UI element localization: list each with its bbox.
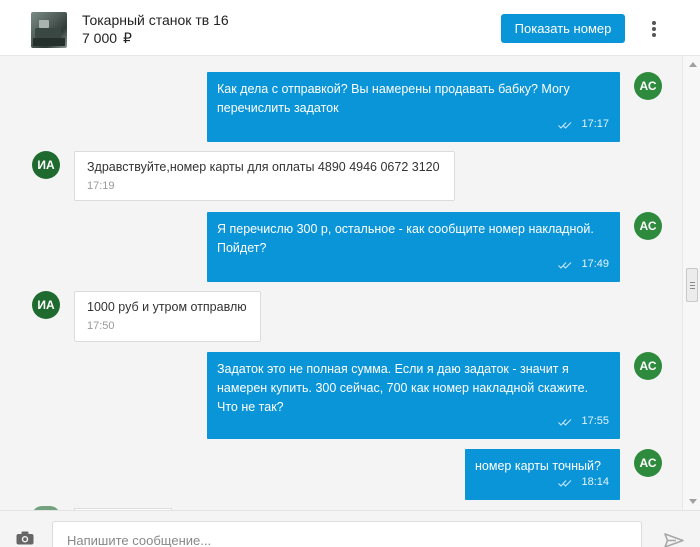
chat-header: Токарный станок тв 16 7 000 ₽ Показать но… [0,0,700,56]
double-check-icon [558,261,572,269]
avatar[interactable]: АС [634,72,662,100]
message-bubble-incoming: 1000 руб и утром отправлю 17:50 [74,291,261,342]
double-check-icon [558,418,572,426]
double-check-icon [558,121,572,129]
listing-title[interactable]: Токарный станок тв 16 [82,12,229,28]
kebab-menu-icon[interactable] [648,19,660,39]
message-bubble-outgoing: Я перечислю 300 р, остальное - как сообщ… [207,212,620,282]
double-check-icon [558,479,572,487]
avatar[interactable]: АС [634,449,662,477]
message-composer [0,510,700,547]
message-text-line: Я перечислю 300 р, остальное - как сообщ… [217,222,594,236]
message-text-line: Здравствуйте,номер карты для оплаты 4890… [87,160,440,174]
message-time: 17:19 [87,180,115,192]
message-time: 17:50 [87,320,115,332]
message-time: 18:14 [581,476,609,488]
message-meta: 17:55 [558,412,609,431]
listing-price: 7 000 ₽ [82,30,132,47]
currency-symbol: ₽ [123,30,132,46]
avatar[interactable]: АС [634,352,662,380]
price-value: 7 000 [82,30,118,46]
message-time: 17:49 [581,258,609,270]
show-number-button[interactable]: Показать номер [501,14,625,43]
message-text-line: Что не так? [217,400,284,414]
message-text-line: Пойдет? [217,241,267,255]
message-text-line: Задаток это не полная сумма. Если я даю … [217,362,569,376]
message-text-line: Как дела с отправкой? Вы намерены продав… [217,82,570,96]
message-text-line: 1000 руб и утром отправлю [87,300,247,314]
message-text-line: перечислить задаток [217,101,339,115]
message-meta: 17:17 [558,115,609,134]
message-list[interactable]: Как дела с отправкой? Вы намерены продав… [0,56,682,510]
camera-icon[interactable] [16,531,34,545]
message-input[interactable] [52,521,642,547]
scrollbar-thumb[interactable] [686,268,698,302]
scroll-down-arrow-icon[interactable] [689,499,697,504]
message-bubble-incoming: Здравствуйте,номер карты для оплаты 4890… [74,151,455,201]
message-meta: 17:49 [558,255,609,274]
chat-scrollbar[interactable] [682,56,700,510]
avatar[interactable]: АС [634,212,662,240]
message-time: 17:55 [581,415,609,427]
avatar[interactable]: ИА [32,151,60,179]
message-bubble-outgoing: Задаток это не полная сумма. Если я даю … [207,352,620,439]
message-bubble-outgoing: Как дела с отправкой? Вы намерены продав… [207,72,620,142]
avatar[interactable]: ИА [32,291,60,319]
listing-thumbnail[interactable] [31,12,67,48]
scroll-up-arrow-icon[interactable] [689,62,697,67]
send-icon[interactable] [664,533,684,547]
message-meta: 18:14 [558,473,609,492]
message-time: 17:17 [581,118,609,130]
message-bubble-outgoing: номер карты точный? 18:14 [465,449,620,500]
message-text-line: намерен купить. 300 сейчас, 700 как номе… [217,381,589,395]
